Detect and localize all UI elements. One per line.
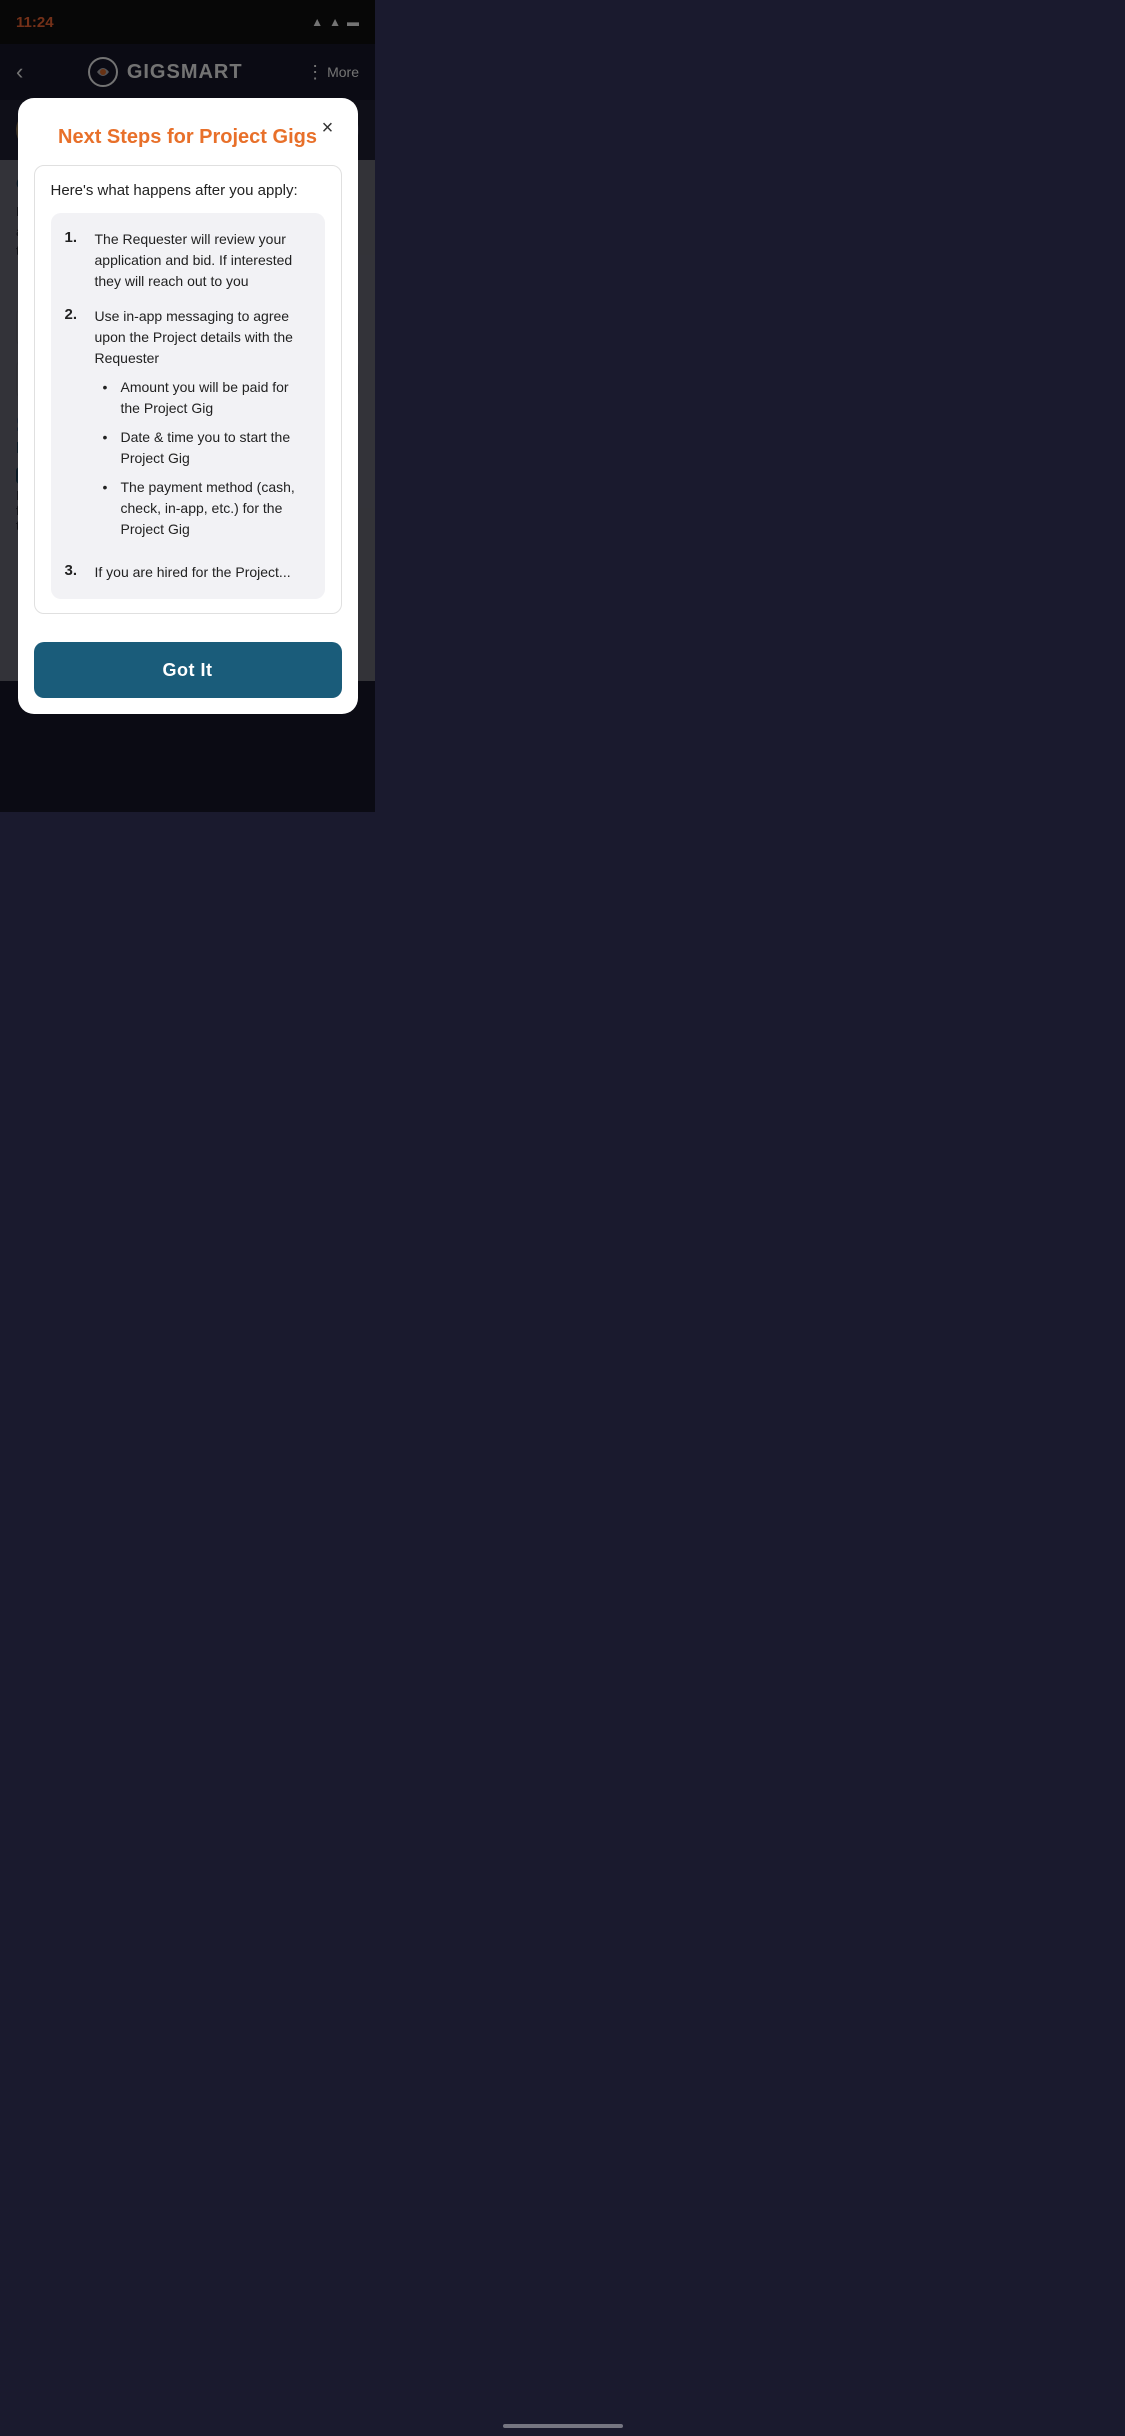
step-2-number: 2.: [65, 306, 85, 548]
close-button[interactable]: ×: [314, 114, 342, 142]
bullet-dot-1: •: [103, 377, 115, 398]
intro-text: Here's what happens after you apply:: [51, 180, 325, 201]
home-indicator: [503, 2424, 623, 2428]
bullet-text-3: The payment method (cash, check, in-app,…: [121, 477, 311, 540]
sub-bullet-2: • Date & time you to start the Project G…: [103, 427, 311, 469]
modal-overlay: × Next Steps for Project Gigs Here's wha…: [0, 0, 375, 812]
modal: × Next Steps for Project Gigs Here's wha…: [18, 98, 358, 714]
bullet-text-2: Date & time you to start the Project Gig: [121, 427, 311, 469]
step-3-number: 3.: [65, 562, 85, 583]
step-3-text: If you are hired for the Project...: [95, 562, 291, 583]
step-2-text: Use in-app messaging to agree upon the P…: [95, 308, 293, 366]
step-2: 2. Use in-app messaging to agree upon th…: [65, 306, 311, 548]
steps-box: 1. The Requester will review your applic…: [51, 213, 325, 599]
sub-bullet-3: • The payment method (cash, check, in-ap…: [103, 477, 311, 540]
bullet-text-1: Amount you will be paid for the Project …: [121, 377, 311, 419]
close-icon: ×: [322, 117, 334, 140]
step-1-text: The Requester will review your applicati…: [95, 229, 311, 292]
bullet-dot-3: •: [103, 477, 115, 498]
got-it-button[interactable]: Got It: [34, 642, 342, 698]
intro-box: Here's what happens after you apply: 1. …: [34, 165, 342, 614]
modal-header: × Next Steps for Project Gigs: [18, 98, 358, 165]
step-3-preview: 3. If you are hired for the Project...: [65, 562, 311, 583]
sub-bullet-1: • Amount you will be paid for the Projec…: [103, 377, 311, 419]
step-1-number: 1.: [65, 229, 85, 292]
modal-title: Next Steps for Project Gigs: [38, 126, 338, 149]
bullet-dot-2: •: [103, 427, 115, 448]
step-2-subbullets: • Amount you will be paid for the Projec…: [95, 377, 311, 540]
modal-footer: Got It: [18, 626, 358, 714]
modal-body: Here's what happens after you apply: 1. …: [18, 165, 358, 626]
step-1: 1. The Requester will review your applic…: [65, 229, 311, 292]
